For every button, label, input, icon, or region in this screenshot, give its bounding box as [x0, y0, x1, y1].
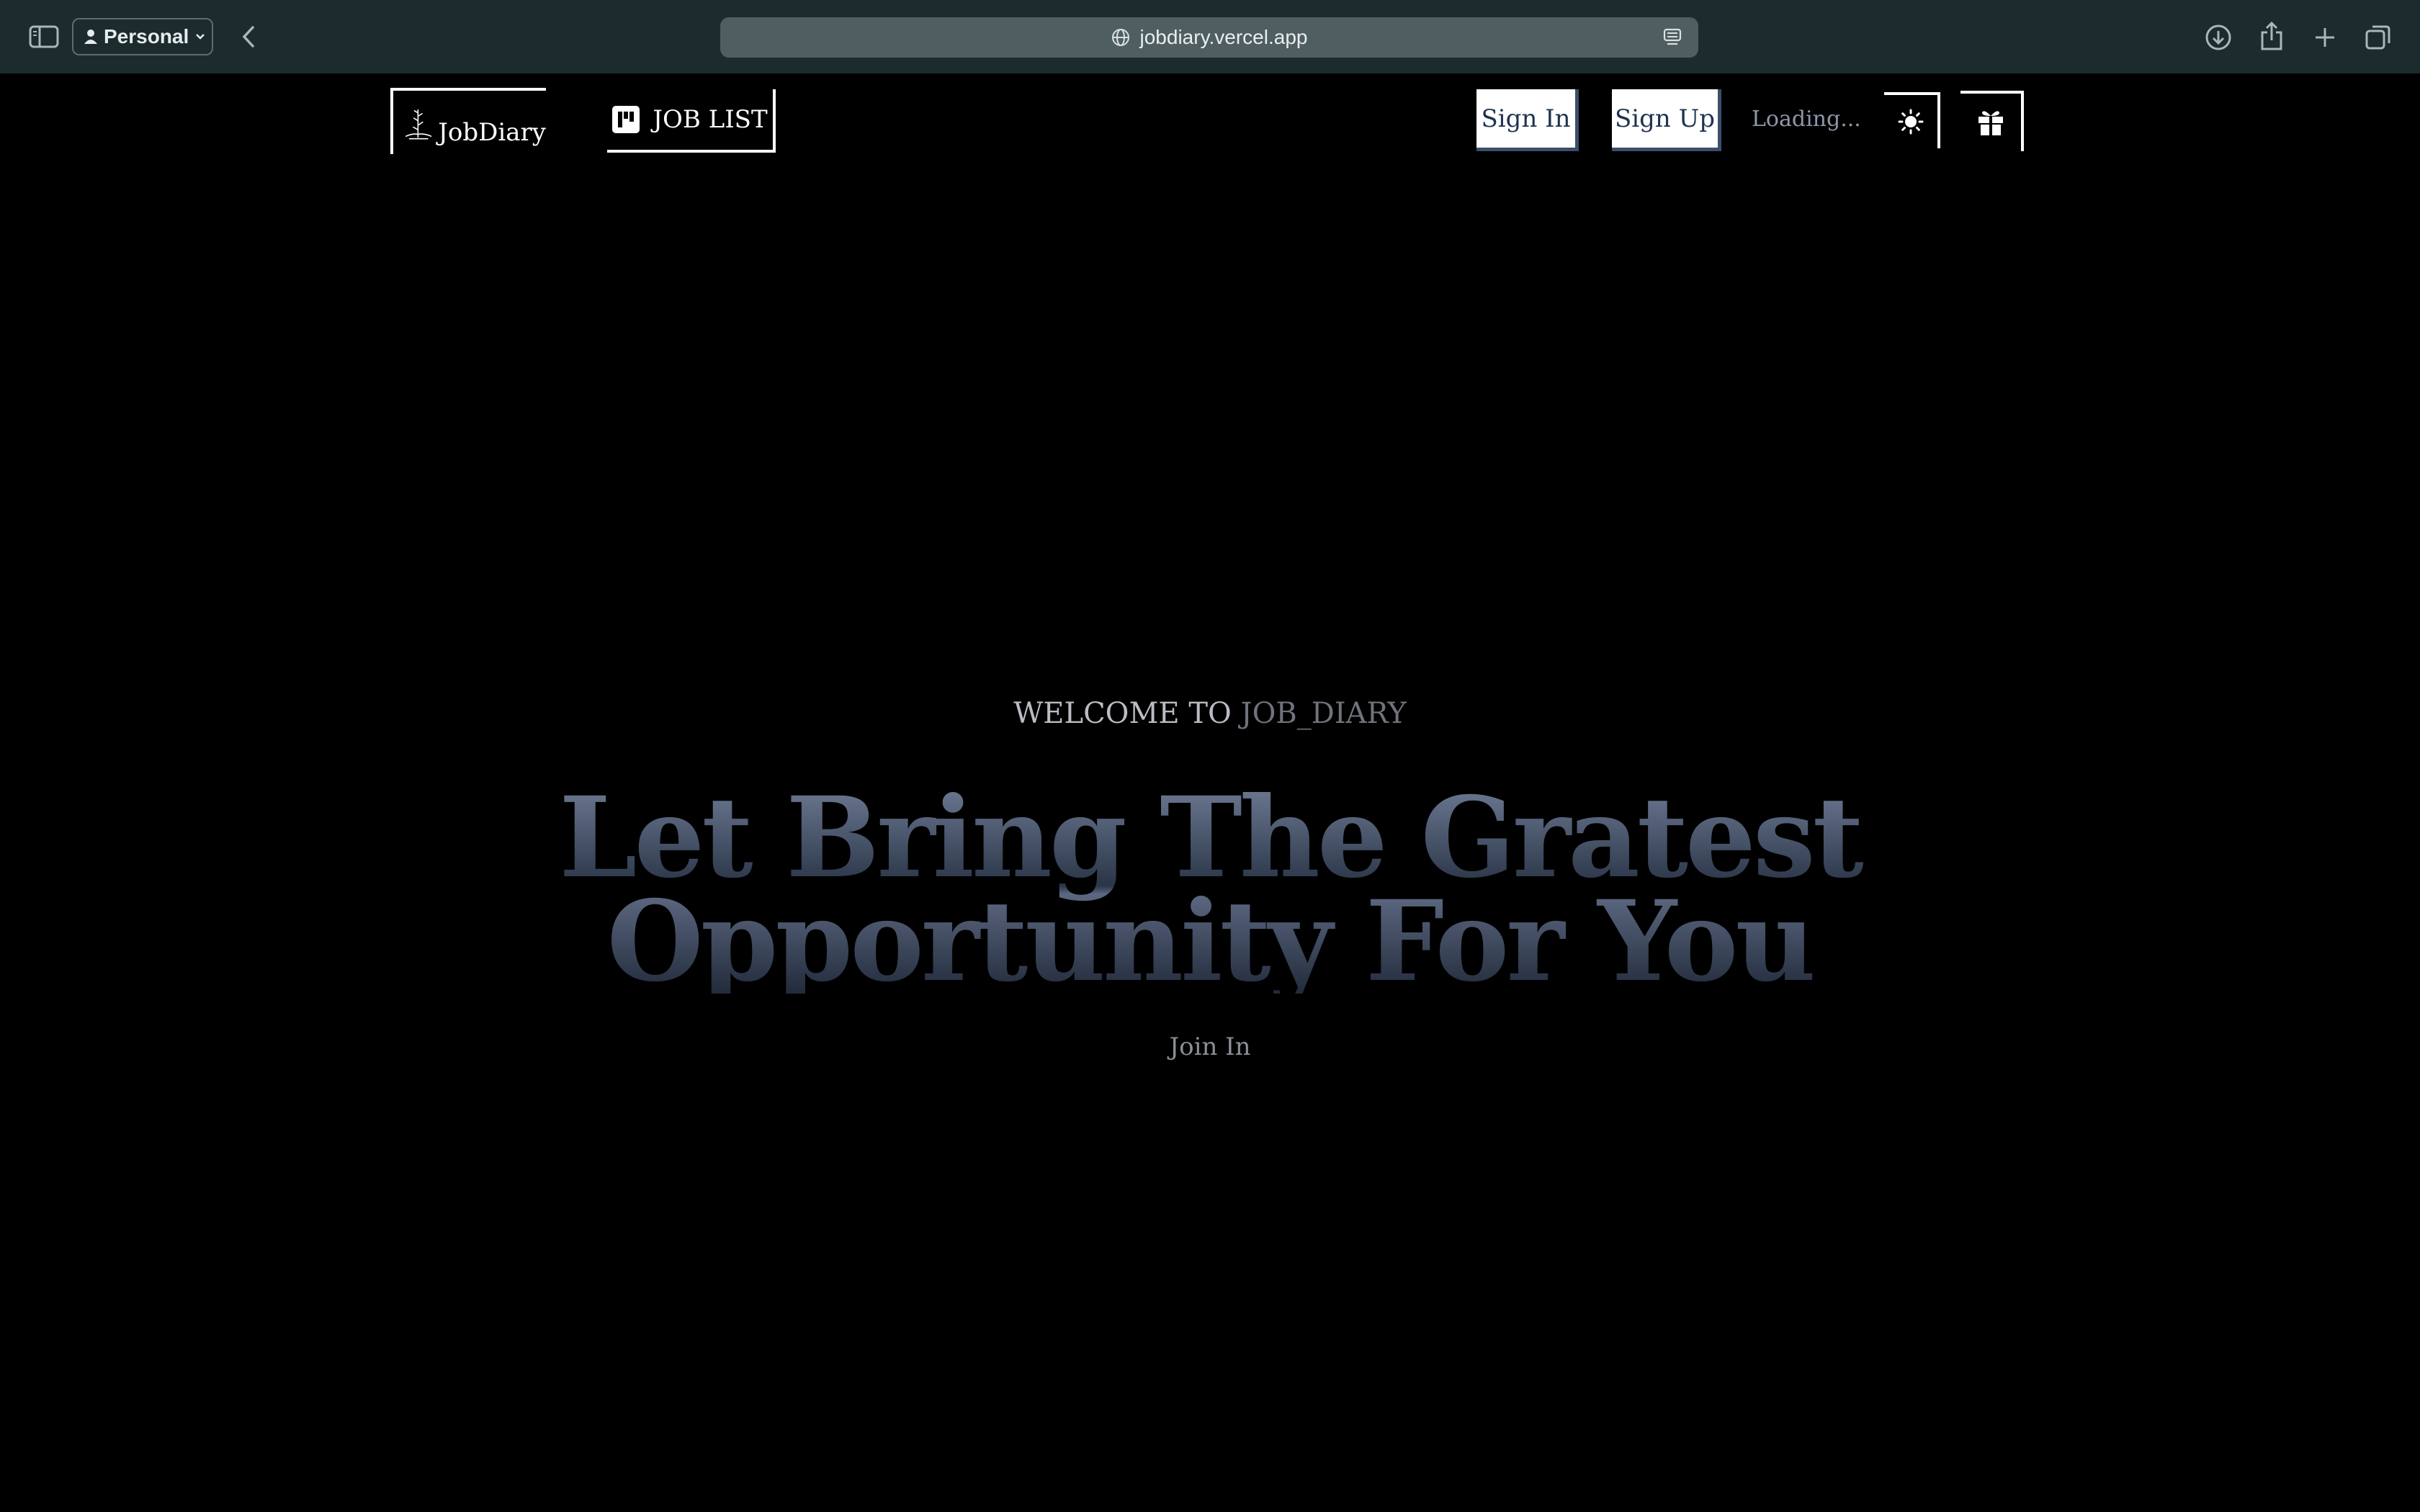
- headline-line-1: Let Bring The Gratest: [559, 773, 1861, 903]
- headline-line-2: Opportunity For You: [606, 876, 1814, 1007]
- address-bar[interactable]: jobdiary.vercel.app: [720, 17, 1698, 58]
- welcome-prefix: WELCOME TO: [1013, 697, 1241, 730]
- url-text: jobdiary.vercel.app: [1139, 26, 1308, 48]
- download-icon[interactable]: [2201, 20, 2236, 55]
- loading-status: Loading...: [1752, 107, 1861, 132]
- globe-icon: [1111, 29, 1129, 46]
- sidebar-icon[interactable]: [27, 23, 60, 50]
- join-in-link[interactable]: Join In: [0, 1032, 2420, 1061]
- sign-in-label: Sign In: [1481, 104, 1571, 133]
- profile-button[interactable]: Personal: [72, 18, 213, 55]
- site-logo[interactable]: JobDiary: [390, 88, 546, 154]
- person-icon: [84, 30, 97, 44]
- sign-up-label: Sign Up: [1614, 104, 1716, 133]
- gift-icon: [1978, 111, 2003, 135]
- browser-toolbar: Personal jobdiary.vercel.app: [0, 0, 2420, 73]
- job-list-label: JOB LIST: [653, 105, 768, 134]
- sun-icon: [1898, 109, 1924, 135]
- tabs-overview-icon[interactable]: [2361, 20, 2396, 55]
- job-list-link[interactable]: JOB LIST: [607, 89, 776, 153]
- kanban-icon: [612, 106, 640, 133]
- gift-button[interactable]: [1960, 91, 2024, 151]
- welcome-heading: WELCOME TO JOB_DIARY: [0, 697, 2420, 730]
- hero-headline: Let Bring The Gratest Opportunity For Yo…: [0, 786, 2420, 994]
- back-icon[interactable]: [232, 22, 265, 52]
- welcome-brand: JOB_DIARY: [1240, 697, 1407, 730]
- join-in-label: Join In: [1169, 1032, 1251, 1061]
- plus-icon[interactable]: [2308, 20, 2342, 55]
- logo-text: JobDiary: [438, 118, 546, 147]
- reader-icon[interactable]: [1662, 27, 1682, 48]
- logo-icon: [405, 109, 432, 140]
- profile-label: Personal: [104, 25, 189, 48]
- chevron-down-icon: [196, 34, 205, 40]
- sign-in-button[interactable]: Sign In: [1476, 89, 1579, 151]
- sign-up-button[interactable]: Sign Up: [1612, 89, 1721, 151]
- theme-toggle-button[interactable]: [1884, 92, 1940, 148]
- share-icon[interactable]: [2254, 17, 2289, 55]
